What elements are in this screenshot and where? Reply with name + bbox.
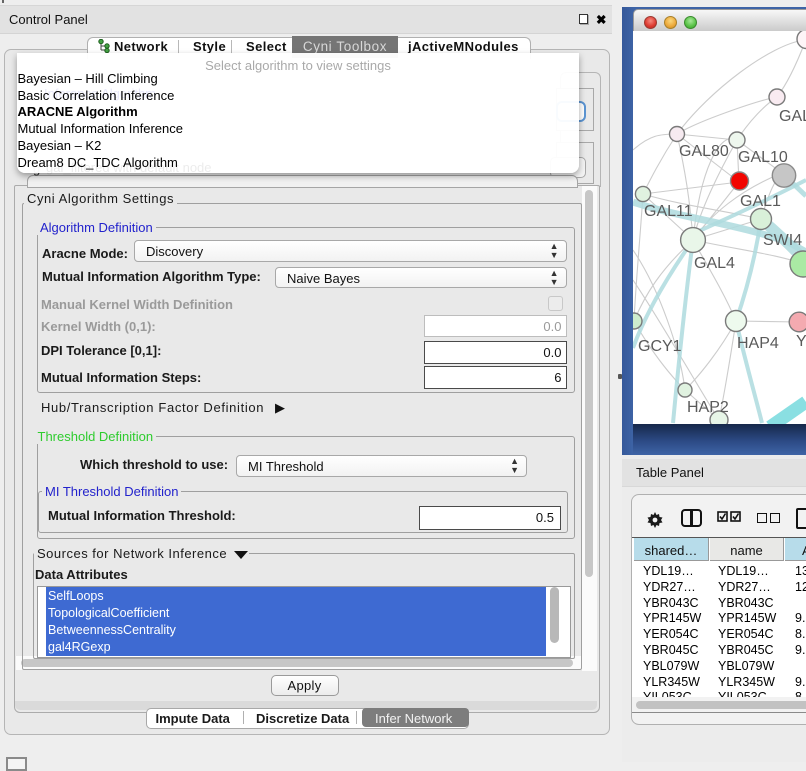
svg-text:SWI4: SWI4	[763, 232, 802, 249]
svg-text:GAL1: GAL1	[740, 193, 781, 210]
svg-text:GAL80: GAL80	[679, 143, 729, 160]
svg-text:GAL11: GAL11	[644, 203, 693, 220]
svg-text:GCY1: GCY1	[638, 338, 682, 355]
svg-text:GAL10: GAL10	[738, 149, 788, 166]
svg-text:GAL7: GAL7	[779, 108, 806, 125]
svg-text:HAP4: HAP4	[737, 335, 779, 352]
svg-text:HAP2: HAP2	[687, 399, 729, 416]
svg-text:GAL4: GAL4	[694, 255, 735, 272]
svg-text:Y: Y	[796, 333, 806, 350]
